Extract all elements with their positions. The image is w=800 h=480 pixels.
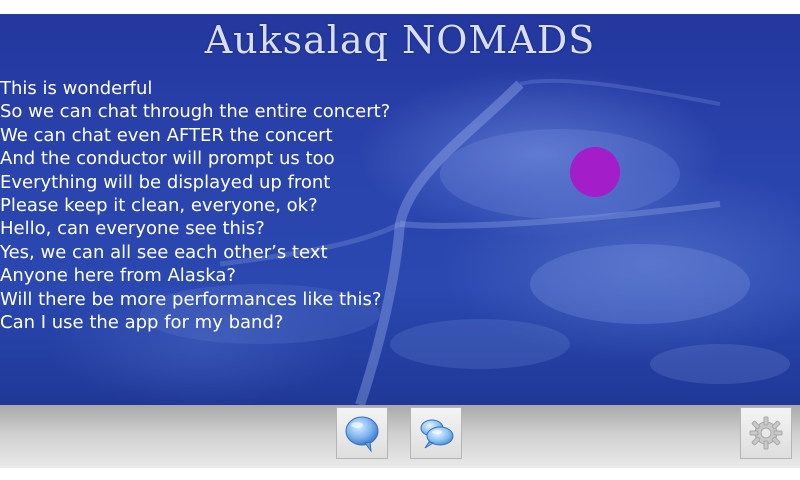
chat-message: Hello, can everyone see this? — [0, 218, 265, 240]
chat-message: Yes, we can all see each other’s text — [0, 241, 328, 263]
chat-message: Everything will be displayed up front — [0, 171, 331, 193]
speech-bubble-icon — [345, 416, 379, 453]
chat-message: Anyone here from Alaska? — [0, 265, 236, 287]
chat-message: We can chat even AFTER the concert — [0, 124, 333, 146]
chat-message: Can I use the app for my band? — [0, 311, 284, 333]
chat-message: And the conductor will prompt us too — [0, 148, 335, 170]
status-strip — [0, 0, 800, 14]
chat-message: This is wonderful — [0, 78, 153, 99]
app-screen: Auksalaq NOMADS This is wonderful So we … — [0, 0, 800, 480]
chat-message: Please keep it clean, everyone, ok? — [0, 194, 318, 216]
messages-button[interactable] — [410, 407, 462, 459]
settings-button[interactable] — [740, 407, 792, 459]
chat-message: So we can chat through the entire concer… — [0, 101, 391, 123]
chat-message-list[interactable]: This is wonderful So we can chat through… — [0, 77, 560, 344]
pointer-dot[interactable] — [570, 147, 620, 197]
fading-text-remnant — [0, 341, 260, 344]
chat-message: Will there be more performances like thi… — [0, 288, 382, 310]
nav-strip — [0, 468, 800, 480]
chat-button[interactable] — [336, 407, 388, 459]
bottom-toolbar — [0, 405, 800, 468]
cloud-bubbles-icon — [420, 419, 454, 449]
gear-icon — [749, 416, 783, 450]
app-title: Auksalaq NOMADS — [204, 18, 596, 62]
chat-message-fading — [0, 334, 560, 344]
chat-stage[interactable]: Auksalaq NOMADS This is wonderful So we … — [0, 14, 800, 405]
